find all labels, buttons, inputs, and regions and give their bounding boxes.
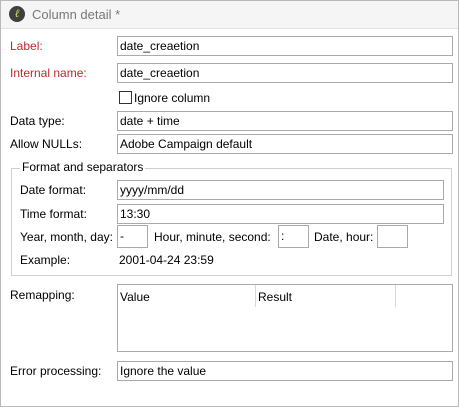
date-hour-separator-field[interactable] [377,225,408,248]
remapping-table[interactable]: Value Result [117,284,453,352]
hms-separator-field[interactable]: : [278,225,309,248]
label-label: Label: [10,39,43,53]
ymd-separator-field[interactable]: - [117,225,148,248]
column-divider [255,285,256,307]
allow-nulls-label: Allow NULLs: [10,137,83,151]
column-detail-window: ℓ Column detail * Label: date_creaetion … [0,0,459,407]
title-bar: ℓ Column detail * [1,1,458,29]
date-format-label: Date format: [20,183,87,197]
date-hour-separator-label: Date, hour: [314,230,374,244]
remapping-column-value[interactable]: Value [120,290,150,304]
window-title: Column detail * [32,7,121,22]
data-type-field[interactable]: date + time [117,111,453,131]
data-type-label: Data type: [10,114,65,128]
remapping-label: Remapping: [10,288,75,302]
example-value: 2001-04-24 23:59 [119,253,214,267]
error-processing-field[interactable]: Ignore the value [117,361,453,381]
format-separators-title: Format and separators [20,160,146,174]
time-format-label: Time format: [20,207,87,221]
hms-separator-label: Hour, minute, second: [154,230,271,244]
internal-name-label: Internal name: [10,66,87,80]
label-field[interactable]: date_creaetion [117,36,453,56]
remapping-column-result[interactable]: Result [258,290,292,304]
example-label: Example: [20,253,71,267]
internal-name-field[interactable]: date_creaetion [117,63,453,83]
date-format-field[interactable]: yyyy/mm/dd [117,180,444,200]
error-processing-label: Error processing: [10,364,102,378]
allow-nulls-field[interactable]: Adobe Campaign default [117,134,453,154]
adobe-campaign-logo-icon: ℓ [9,6,25,22]
ignore-column-checkbox[interactable] [119,91,132,104]
ymd-separator-label: Year, month, day: [20,230,113,244]
time-format-field[interactable]: 13:30 [117,204,444,224]
ignore-column-label: Ignore column [134,91,211,105]
column-divider [395,285,396,307]
